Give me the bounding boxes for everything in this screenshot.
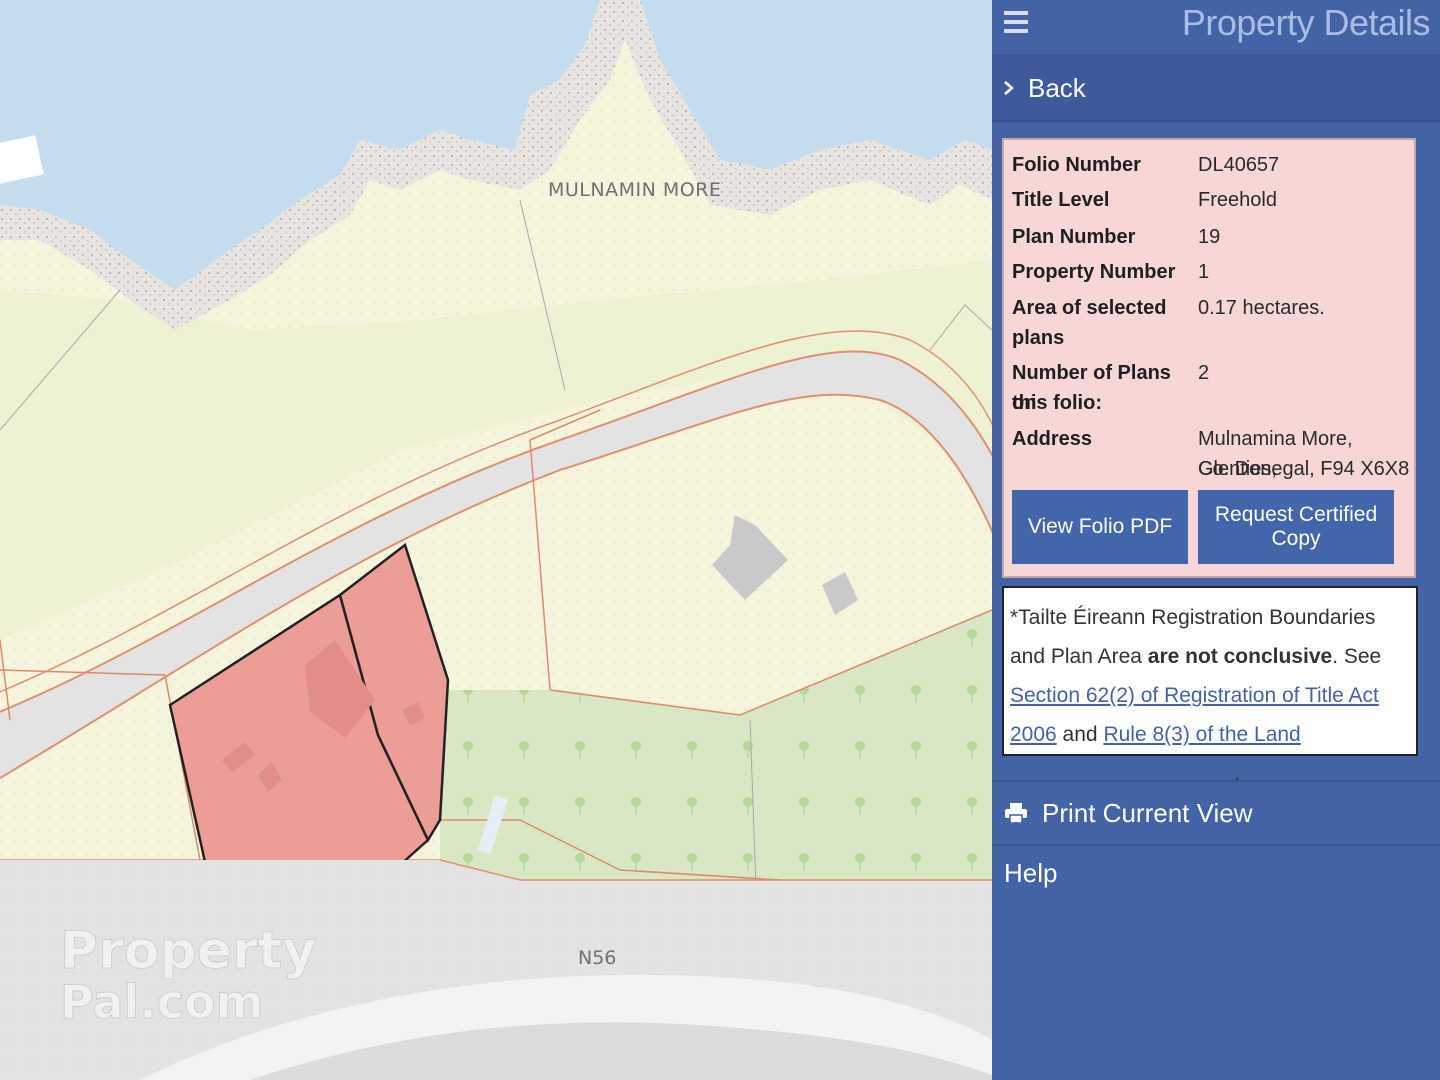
chevron-right-icon bbox=[1004, 81, 1014, 95]
print-label: Print Current View bbox=[1042, 797, 1253, 828]
panel-title: Property Details bbox=[1181, 2, 1431, 43]
help-link[interactable]: Help bbox=[1004, 858, 1057, 889]
menu-icon[interactable] bbox=[1004, 8, 1028, 34]
side-panel: Property Details Back Folio Number DL406… bbox=[992, 0, 1440, 1080]
folio-number: DL40657 bbox=[1198, 154, 1280, 176]
view-folio-pdf-button[interactable]: View Folio PDF bbox=[1012, 490, 1188, 564]
print-current-view-button[interactable]: Print Current View bbox=[992, 780, 1440, 846]
plans-count: 2 bbox=[1198, 362, 1210, 384]
property-number: 1 bbox=[1198, 261, 1210, 283]
map-canvas[interactable]: MULNAMIN MORE N56 Property Pal.com bbox=[0, 0, 992, 1080]
watermark: Property bbox=[60, 921, 316, 981]
watermark: Pal.com bbox=[60, 975, 264, 1029]
place-label: MULNAMIN MORE bbox=[548, 179, 721, 201]
property-details-card: Folio Number DL40657 Title Level Freehol… bbox=[1002, 138, 1416, 578]
printer-icon bbox=[1005, 803, 1027, 824]
back-button[interactable]: Back bbox=[992, 56, 1440, 122]
plan-number: 19 bbox=[1198, 226, 1221, 248]
area-value: 0.17 hectares. bbox=[1198, 297, 1325, 319]
road-label: N56 bbox=[578, 947, 616, 969]
map-view[interactable]: MULNAMIN MORE N56 Property Pal.com bbox=[0, 0, 992, 1080]
request-certified-copy-button[interactable]: Request Certified Copy bbox=[1198, 490, 1394, 564]
title-level: Freehold bbox=[1198, 189, 1277, 211]
address-line: Co. Donegal, F94 X6X8 bbox=[1198, 458, 1410, 480]
back-label: Back bbox=[1028, 72, 1086, 103]
panel-header: Property Details bbox=[992, 0, 1440, 56]
boundary-disclaimer: *Tailte Éireann Registration Boundaries … bbox=[1002, 586, 1418, 785]
